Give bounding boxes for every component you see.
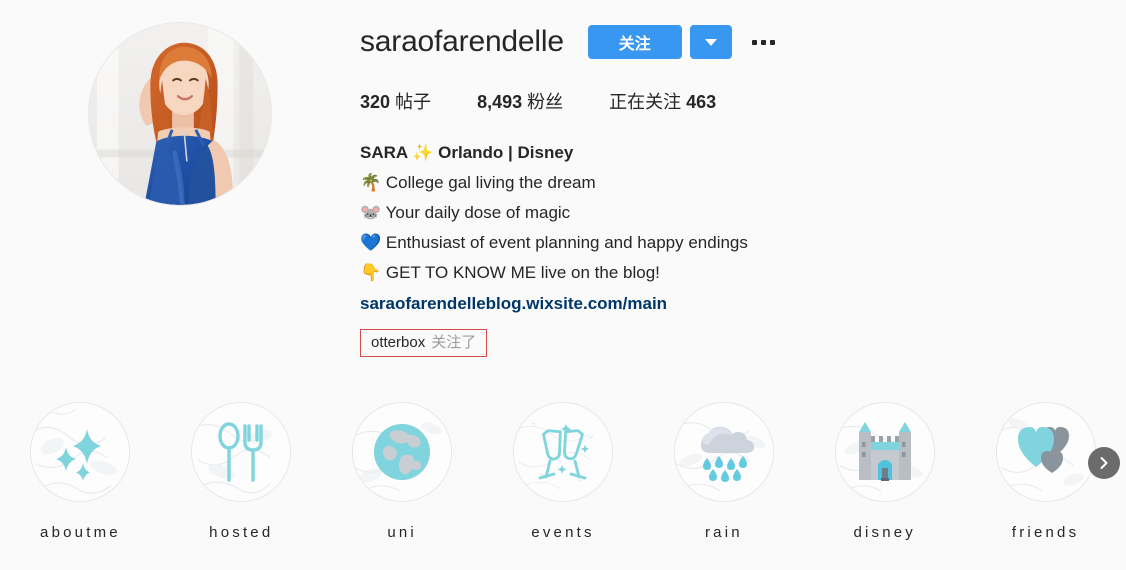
status-badge: otterbox 关注了: [360, 329, 488, 357]
page-title: saraofarendelle: [360, 25, 564, 58]
annotation-name: otterbox: [371, 334, 426, 351]
profile-header: saraofarendelle 关注 320 帖子 8,493 粉丝 正在关注 …: [0, 0, 1126, 382]
avatar-column: [0, 12, 360, 382]
bio-line: 🌴 College gal living the dream: [360, 173, 596, 192]
highlights-next-button[interactable]: [1088, 447, 1120, 479]
champagne-glasses-icon: [538, 424, 589, 480]
sparkles-icon: [56, 429, 102, 481]
highlight-label: rain: [704, 524, 743, 541]
highlight-label: aboutme: [40, 524, 121, 541]
globe-icon: [374, 424, 431, 480]
stat-followers[interactable]: 8,493 粉丝: [477, 88, 563, 114]
stats-row: 320 帖子 8,493 粉丝 正在关注 463: [360, 88, 1126, 114]
followers-count: 8,493: [477, 92, 523, 112]
highlight-cover-uni[interactable]: [352, 402, 453, 502]
stat-following[interactable]: 正在关注 463: [609, 88, 716, 114]
posts-label: 帖子: [395, 92, 432, 112]
stat-posts[interactable]: 320 帖子: [360, 88, 431, 114]
profile-info-column: saraofarendelle 关注 320 帖子 8,493 粉丝 正在关注 …: [360, 12, 1126, 382]
following-label: 正在关注: [609, 92, 682, 112]
follow-dropdown-button[interactable]: [689, 25, 732, 59]
instagram-profile-page: saraofarendelle 关注 320 帖子 8,493 粉丝 正在关注 …: [0, 0, 1126, 570]
highlight-label: hosted: [209, 524, 274, 541]
posts-count: 320: [360, 92, 391, 112]
highlight-item[interactable]: uni: [322, 390, 483, 570]
highlight-cover-hosted[interactable]: [191, 402, 292, 502]
bio-line: 👇 GET TO KNOW ME live on the blog!: [360, 263, 660, 282]
story-highlights: aboutme hosted uni events rain disney fr…: [0, 390, 1126, 570]
ellipsis-icon: [760, 39, 766, 45]
highlight-item[interactable]: disney: [804, 390, 965, 570]
avatar[interactable]: [88, 22, 272, 206]
highlight-item[interactable]: hosted: [161, 390, 322, 570]
options-button[interactable]: [750, 32, 777, 53]
highlight-cover-friends[interactable]: [995, 402, 1096, 502]
bio: SARA ✨ Orlando | Disney 🌴 College gal li…: [360, 138, 1126, 319]
follow-button[interactable]: 关注: [587, 25, 682, 59]
highlight-item[interactable]: aboutme: [0, 390, 161, 570]
avatar-photo-icon: [89, 23, 271, 205]
highlight-cover-events[interactable]: [513, 402, 613, 502]
highlight-cover-disney[interactable]: [834, 402, 935, 502]
highlight-label: uni: [387, 524, 417, 541]
highlight-item[interactable]: events: [483, 390, 644, 570]
highlight-cover-rain[interactable]: [673, 402, 774, 502]
highlight-item[interactable]: rain: [643, 390, 804, 570]
chevron-right-icon: [1100, 457, 1108, 469]
highlight-cover-aboutme[interactable]: [30, 402, 131, 502]
rain-cloud-icon: [700, 427, 754, 482]
chevron-down-icon: [704, 38, 717, 46]
followers-label: 粉丝: [527, 92, 564, 112]
highlight-item[interactable]: friends: [965, 390, 1126, 570]
bio-website-link[interactable]: saraofarendelleblog.wixsite.com/main: [360, 289, 667, 319]
username-row: saraofarendelle 关注: [360, 18, 1126, 66]
ellipsis-icon: [751, 39, 757, 45]
highlight-label: events: [531, 524, 595, 541]
hearts-icon: [1017, 427, 1069, 473]
highlight-label: disney: [853, 524, 916, 541]
bio-line: 🐭 Your daily dose of magic: [360, 203, 571, 222]
ellipsis-icon: [769, 39, 775, 45]
bio-name-line: SARA ✨ Orlando | Disney: [360, 143, 574, 162]
following-count: 463: [686, 92, 717, 112]
spoon-fork-icon: [218, 422, 263, 482]
bio-line: 💙 Enthusiast of event planning and happy…: [360, 233, 748, 252]
castle-icon: [858, 422, 911, 481]
highlight-label: friends: [1011, 524, 1080, 541]
annotation-suffix: 关注了: [431, 334, 477, 351]
